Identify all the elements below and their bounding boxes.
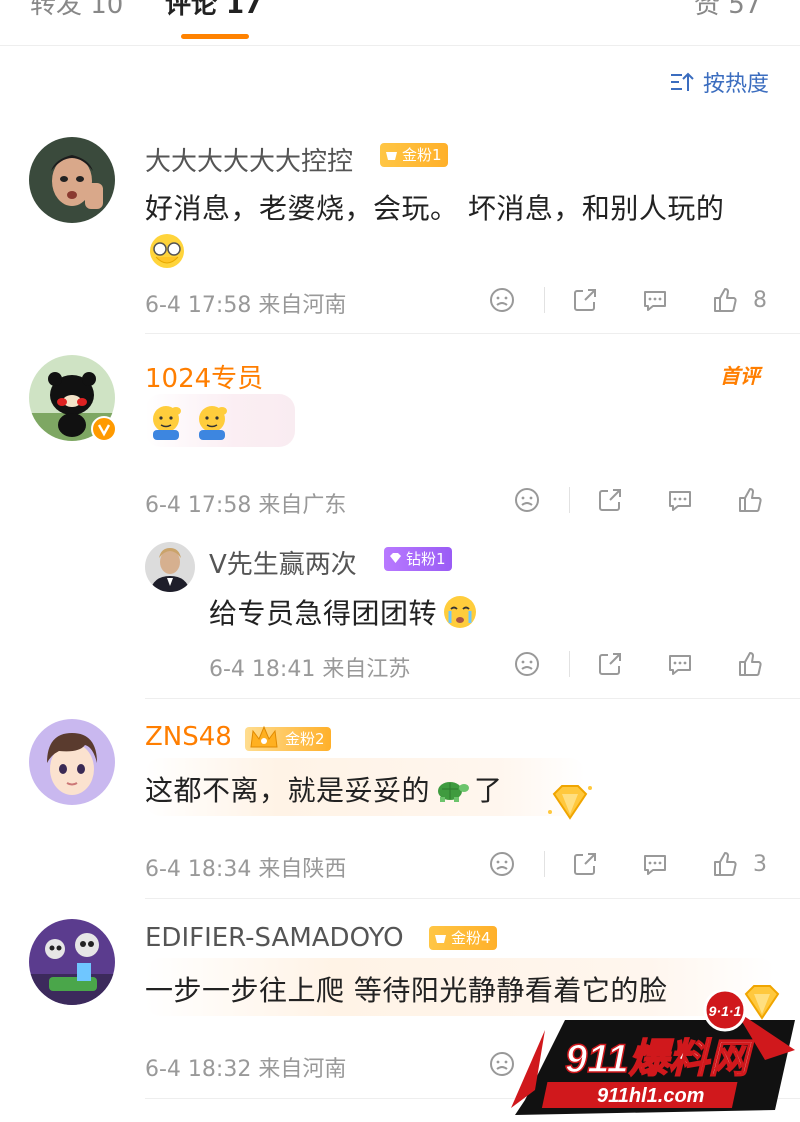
username[interactable]: V先生赢两次 [209,544,357,581]
comment-icon [644,291,666,311]
fan-badge: 钻粉1 [384,547,452,571]
share-icon [574,853,596,875]
crown-icon [386,152,397,160]
share-button[interactable] [571,286,599,314]
like-count: 3 [753,851,767,877]
facepalm-emoji-icon [147,231,187,275]
share-button[interactable] [596,486,624,514]
separator [145,698,800,699]
verified-badge-icon [91,416,117,442]
sort-label: 按热度 [702,72,769,97]
avatar[interactable] [29,719,115,805]
like-count: 8 [753,287,767,313]
crying-emoji-icon [444,596,477,628]
reply-button[interactable] [641,286,669,314]
salute-emoji-icon [147,402,185,444]
badge-label: 钻粉1 [406,550,446,568]
divider [544,851,545,877]
thumbs-up-icon [714,852,737,876]
share-icon [599,489,621,511]
reply-button[interactable] [666,650,694,678]
comment-text: 这都不离，就是妥妥的 了 [145,769,503,809]
thumbs-up-icon [739,652,762,676]
share-icon [574,289,596,311]
comment-text: 好消息，老婆烧，会玩。 坏消息，和别人玩的 [145,192,725,225]
tab-reposts[interactable]: 转发 10 [30,0,123,21]
dislike-button[interactable] [488,286,516,314]
reply-button[interactable] [641,850,669,878]
username[interactable]: 大大大大大大控控 [145,141,353,178]
comment-text-part: 这都不离，就是妥妥的 [145,774,431,807]
watermark-url: 911hl1.com [597,1085,704,1107]
fan-badge: 金粉2 [245,725,331,751]
divider [544,287,545,313]
fan-badge: 金粉4 [429,926,497,950]
comment-meta: 6-4 18:34 来自陕西 [145,857,347,882]
comment-meta: 6-4 18:32 来自河南 [145,1057,347,1082]
turtle-emoji-icon [438,782,470,802]
username[interactable]: ZNS48 [145,722,232,752]
crown-icon [250,725,278,748]
tab-bar: 转发 10 评论 17 赞 57 [0,0,800,46]
comment-meta: 6-4 18:41 来自江苏 [209,657,411,682]
gold-gem-icon [544,782,596,826]
sort-icon [670,72,694,91]
comment-icon [669,655,691,675]
first-comment-tag: 首评 [720,364,760,388]
comment-meta: 6-4 17:58 来自河南 [145,293,347,318]
thumbs-up-icon [714,288,737,312]
share-button[interactable] [596,650,624,678]
tab-comments[interactable]: 评论 17 [165,0,262,21]
dislike-button[interactable] [513,486,541,514]
comment-text: 给专员急得团团转 [209,592,479,632]
crown-icon [435,935,446,943]
like-button[interactable]: 3 [711,850,767,878]
like-button[interactable]: 8 [711,286,767,314]
comment-text-content: 给专员急得团团转 [209,597,438,630]
share-icon [599,653,621,675]
comment-icon [669,491,691,511]
fan-badge: 金粉1 [380,143,448,167]
comment-actions: 8 [488,285,767,315]
badge-label: 金粉4 [451,929,491,947]
watermark-brand: 911爆料网 [565,1037,755,1081]
comment-actions [513,649,764,679]
tab-likes[interactable]: 赞 57 [694,0,761,21]
dislike-button[interactable] [488,850,516,878]
comment-actions [513,485,764,515]
watermark-logo-text: 9·1·1 [709,1003,742,1019]
divider [569,651,570,677]
comment-meta: 6-4 17:58 来自广东 [145,493,347,518]
share-button[interactable] [571,850,599,878]
separator [145,333,800,334]
badge-label: 金粉2 [285,730,325,748]
salute-emoji-icon [193,402,231,444]
frown-icon [490,288,514,312]
separator [145,898,800,899]
reply-button[interactable] [666,486,694,514]
active-tab-indicator [181,34,249,39]
diamond-icon [390,553,401,563]
comment-actions: 3 [488,849,767,879]
avatar[interactable] [29,137,115,223]
badge-label: 金粉1 [402,146,442,164]
sort-button[interactable]: 按热度 [669,66,769,98]
avatar[interactable] [145,542,195,592]
like-button[interactable] [736,486,764,514]
username[interactable]: EDIFIER-SAMADOYO [145,923,404,953]
comment-text-part: 了 [474,774,503,807]
frown-icon [515,488,539,512]
username[interactable]: 1024专员 [145,358,263,395]
comment-icon [644,855,666,875]
frown-icon [490,852,514,876]
divider [569,487,570,513]
dislike-button[interactable] [513,650,541,678]
frown-icon [515,652,539,676]
watermark-logo: 9·1·1 911爆料网 911hl1.com [505,988,800,1122]
like-button[interactable] [736,650,764,678]
avatar[interactable] [29,919,115,1005]
thumbs-up-icon [739,488,762,512]
